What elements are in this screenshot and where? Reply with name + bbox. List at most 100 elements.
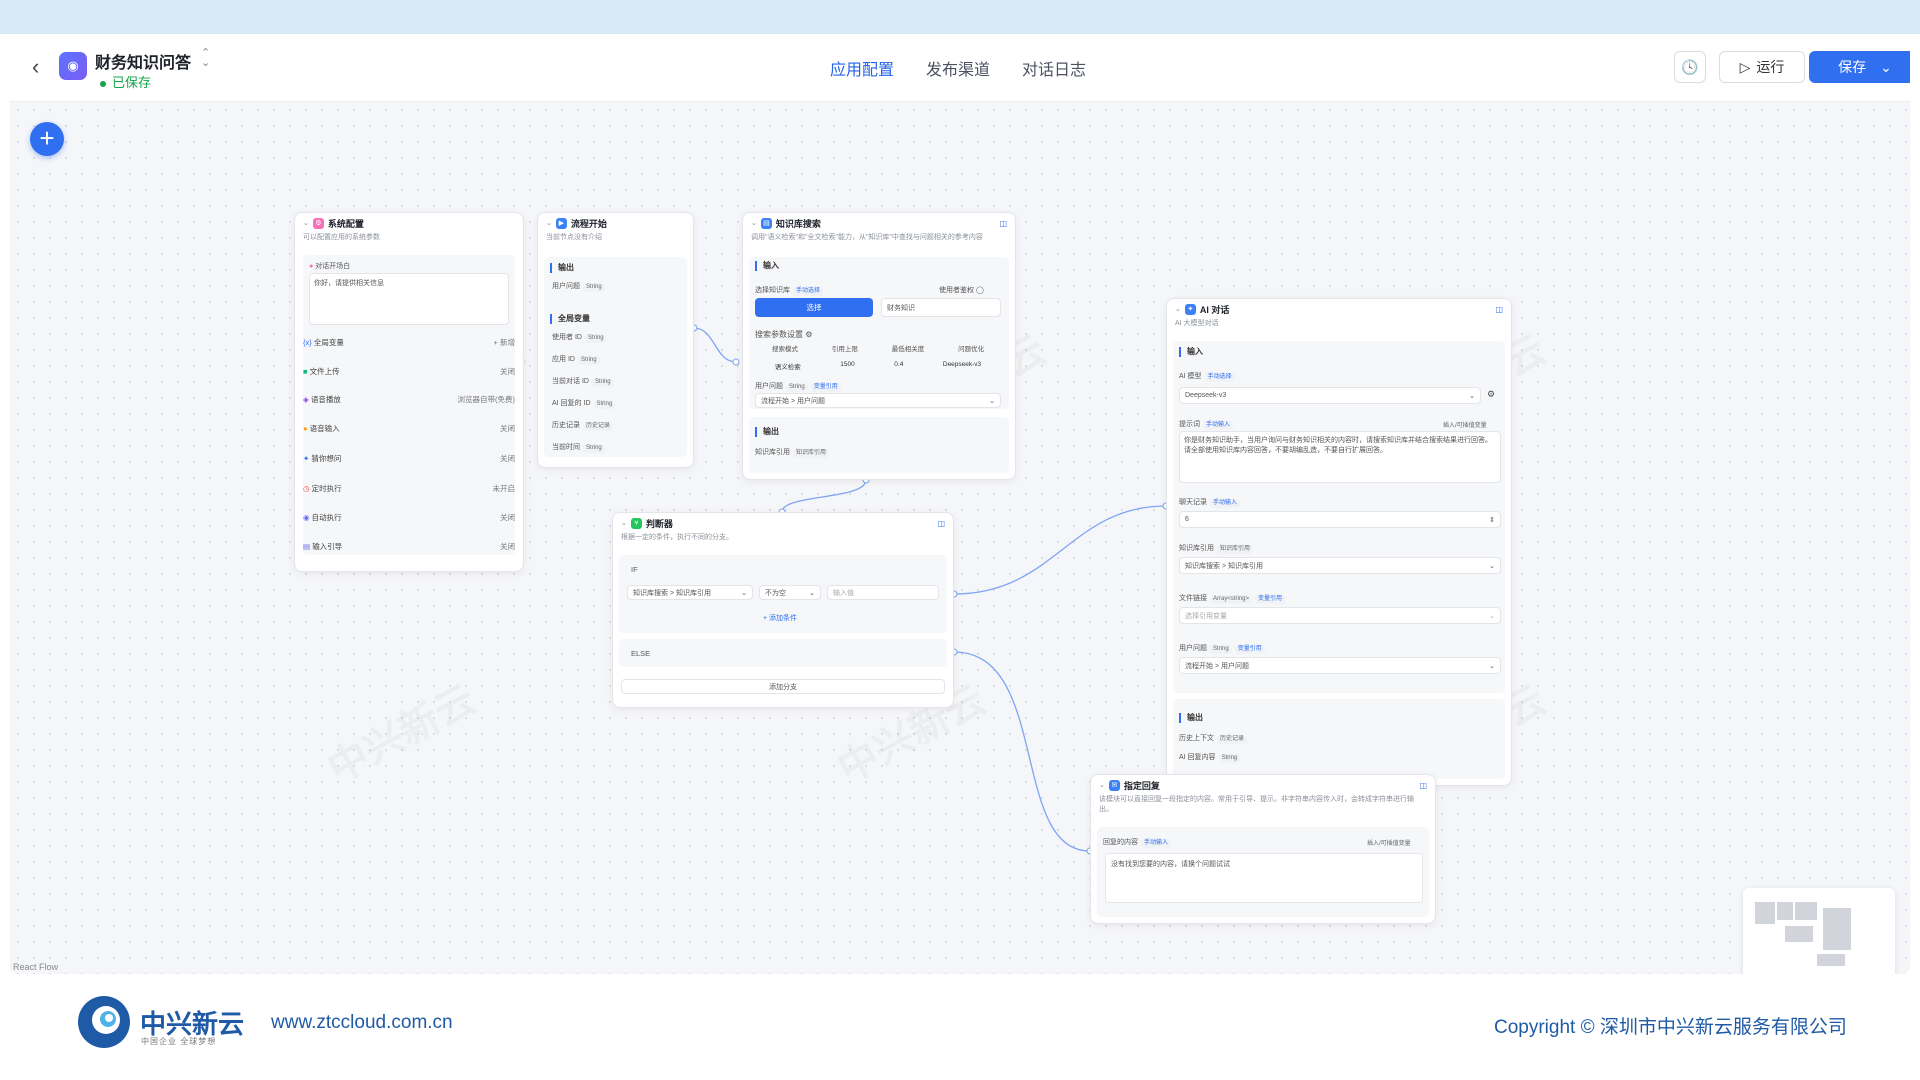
reply-content-textarea[interactable]: 没有找到您要的内容，请换个问题试试: [1105, 853, 1423, 903]
add-branch-button[interactable]: 添加分支: [621, 679, 945, 694]
condition-var-select[interactable]: 知识库搜索 > 知识库引用 ⌄: [627, 585, 753, 600]
minimap-node: [1755, 902, 1775, 924]
node-menu-icon[interactable]: ◫: [999, 219, 1007, 228]
user-question-select[interactable]: 流程开始 > 用户问题 ⌄: [755, 393, 1001, 408]
tab-app-config[interactable]: 应用配置: [830, 56, 894, 80]
row-guess-question[interactable]: ✦ 猜你想问 关闭: [303, 453, 515, 464]
output-section-label: 输出: [550, 263, 683, 273]
minimap-node: [1795, 902, 1817, 920]
insert-var-hint[interactable]: 插入/可插值变量: [1367, 838, 1411, 847]
gear-icon: ⚙: [805, 330, 813, 339]
minimap-node: [1823, 908, 1851, 950]
footer: 中兴新云 中国企业 全球梦想 www.ztccloud.com.cn Copyr…: [0, 974, 1920, 1080]
row-input-guide[interactable]: ▤ 输入引导 关闭: [303, 541, 515, 552]
save-label: 保存: [1838, 59, 1867, 75]
app-logo-icon: ◉: [59, 52, 87, 80]
global-var-item: AI 回复的 ID String: [552, 398, 693, 409]
kb-chip-finance[interactable]: 财务知识: [881, 298, 1001, 317]
global-var-item: 历史记录 历史记录: [552, 420, 693, 431]
edge-if-ai: [953, 505, 1167, 595]
node-title: 流程开始: [570, 218, 607, 229]
save-status: 已保存: [100, 72, 151, 91]
mic-icon: ●: [303, 424, 308, 433]
history-input[interactable]: 6 ⇕: [1179, 511, 1501, 528]
node-kb-search[interactable]: ⌄ ▤ 知识库搜索 ◫ 调用"语义检索"和"全文检索"能力，从"知识库"中查找与问题相…: [742, 212, 1016, 480]
add-condition-button[interactable]: + 添加条件: [763, 613, 797, 623]
variable-icon: {x}: [303, 338, 312, 347]
node-title: AI 对话: [1199, 304, 1230, 315]
select-kb-button[interactable]: 选择: [755, 298, 873, 317]
edge-kb-judge: [781, 479, 867, 513]
file-link-select[interactable]: 选择引用变量 ⌄: [1179, 607, 1501, 624]
react-flow-attribution[interactable]: React Flow: [13, 962, 58, 972]
file-icon: ■: [303, 367, 308, 376]
chat-icon: ●: [309, 263, 314, 270]
back-arrow-icon[interactable]: ‹: [32, 56, 39, 78]
node-judge[interactable]: ⌄ ⑂ 判断器 ◫ 根据一定的条件，执行不同的分支。 IF 知识库搜索 > 知识库引用…: [612, 512, 954, 708]
node-menu-icon[interactable]: ◫: [1495, 305, 1503, 314]
node-desc: AI 大模型对话: [1175, 320, 1219, 327]
minimap[interactable]: [1743, 888, 1895, 974]
opening-input[interactable]: 你好，请提供相关信息: [309, 273, 509, 325]
top-band: [0, 0, 1920, 34]
company-logo-icon: [78, 996, 130, 1048]
search-params-label[interactable]: 搜索参数设置 ⚙: [755, 329, 812, 340]
kb-ref-select[interactable]: 知识库搜索 > 知识库引用 ⌄: [1179, 557, 1501, 574]
row-voice-play[interactable]: ◈ 语音播放 浏览器自带(免费): [303, 394, 515, 405]
node-system-config[interactable]: ⌄ ⚙ 系统配置 可以配置应用的系统参数 ● 对话开场白 你好，请提供相关信息 {x…: [294, 212, 524, 572]
history-button[interactable]: 🕓: [1674, 51, 1706, 83]
tab-publish-channel[interactable]: 发布渠道: [926, 56, 990, 80]
run-label: 运行: [1756, 59, 1785, 75]
prompt-textarea[interactable]: 你是财务知识助手，当用户询问与财务知识相关的内容时，请搜索知识库并结合搜索结果进…: [1179, 431, 1501, 483]
tab-chat-log[interactable]: 对话日志: [1022, 56, 1086, 80]
edge-else-reply: [953, 651, 1091, 852]
app-window: ‹ ◉ 财务知识问答 ⌃ ⌄ 已保存 应用配置 发布渠道 对话日志 🕓 ▷ 运行 保…: [10, 34, 1910, 974]
node-menu-icon[interactable]: ◫: [937, 519, 945, 528]
condition-op-select[interactable]: 不为空 ⌄: [759, 585, 821, 600]
global-var-item: 当前时间 String: [552, 442, 693, 453]
output-kb-ref: 知识库引用 知识库引用: [755, 447, 830, 458]
model-settings-gear-icon[interactable]: ⚙: [1487, 389, 1495, 400]
run-button[interactable]: ▷ 运行: [1719, 51, 1805, 83]
row-voice-input[interactable]: ● 语音输入 关闭: [303, 423, 515, 434]
node-fixed-reply[interactable]: ⌄ ✉ 指定回复 ◫ 该模块可以直接回复一段指定的内容。常用于引导、提示。非字符串内容…: [1090, 774, 1436, 924]
output-user-question: 用户问题 String: [552, 281, 693, 292]
node-desc: 当前节点没有介绍: [546, 234, 602, 241]
input-section-label: 输入: [1179, 347, 1203, 357]
play-icon: ▷: [1739, 58, 1751, 75]
prompt-label: 提示词 手动输入: [1179, 419, 1234, 430]
company-slogan: 中国企业 全球梦想: [141, 1037, 217, 1046]
else-label: ELSE: [631, 649, 651, 658]
permission-label[interactable]: 使用者鉴权 ◯: [939, 285, 984, 295]
node-menu-icon[interactable]: ◫: [1419, 781, 1427, 790]
auto-icon: ◉: [303, 513, 310, 522]
node-desc: 调用"语义检索"和"全文检索"能力，从"知识库"中查找与问题相关的参考内容: [751, 234, 983, 241]
database-icon: ▤: [760, 217, 772, 229]
input-section-label: 输入: [755, 261, 779, 271]
row-auto-exec[interactable]: ◉ 自动执行 关闭: [303, 512, 515, 523]
app-title[interactable]: 财务知识问答: [95, 49, 191, 73]
global-var-item: 应用 ID String: [552, 354, 693, 365]
reply-icon: ✉: [1108, 779, 1120, 791]
user-question-label: 用户问题 String 变量引用: [755, 381, 841, 392]
row-file-upload[interactable]: ■ 文件上传 关闭: [303, 366, 515, 377]
node-title: 指定回复: [1123, 780, 1160, 791]
user-question-select[interactable]: 流程开始 > 用户问题 ⌄: [1179, 657, 1501, 674]
company-url[interactable]: www.ztccloud.com.cn: [271, 1012, 453, 1034]
condition-value-input[interactable]: 输入值: [827, 585, 939, 600]
global-var-item: 当前对话 ID String: [552, 376, 693, 387]
row-global-vars[interactable]: {x} 全局变量 + 新增: [303, 337, 515, 348]
search-params-table: 搜索模式 引用上限 最低相关度 问题优化 语义检索 1500 0.4 Deepseek-v3: [771, 346, 985, 371]
row-scheduled[interactable]: ◷ 定时执行 未开启: [303, 483, 515, 494]
output-section-label: 输出: [1179, 713, 1203, 723]
save-button[interactable]: 保存 ⌄: [1809, 51, 1910, 83]
app-switch-chevron-icon[interactable]: ⌃ ⌄: [201, 48, 210, 69]
history-label: 聊天记录 手动输入: [1179, 497, 1241, 508]
output-history-context: 历史上下文 历史记录: [1179, 733, 1248, 744]
insert-var-hint[interactable]: 插入/可插值变量: [1443, 420, 1487, 429]
flow-canvas[interactable]: 中兴新云 中兴新云 中兴新云 中兴新云 中兴新云 中兴新云 + ⌄⚙系统配置 可…: [10, 102, 1910, 974]
model-select[interactable]: Deepseek-v3 ⌄: [1179, 387, 1481, 404]
node-flow-start[interactable]: ⌄ ▶ 流程开始 当前节点没有介绍 输出 用户问题 String 全局变量 使用者 I…: [537, 212, 694, 468]
node-ai-dialog[interactable]: ⌄ ✦ AI 对话 ◫ AI 大模型对话 输入 AI 模型 手动选择 Deepseek-…: [1166, 298, 1512, 786]
copyright: Copyright © 深圳市中兴新云服务有限公司: [1494, 1017, 1847, 1038]
